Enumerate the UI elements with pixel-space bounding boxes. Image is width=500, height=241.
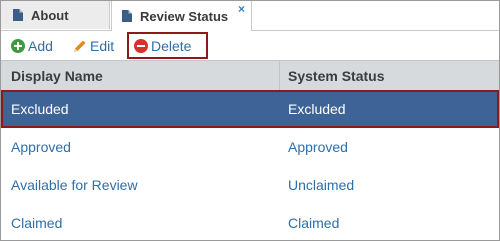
table-row[interactable]: Approved Approved [1,128,499,166]
system-status-cell: Approved [288,139,348,155]
close-tab-icon[interactable]: × [238,3,245,15]
add-button[interactable]: Add [11,35,53,57]
tab-review-status-label: Review Status [140,8,229,24]
tab-review-status[interactable]: Review Status × [111,1,252,31]
table-row[interactable]: Claimed Claimed [1,204,499,240]
pencil-icon [74,40,86,52]
display-name-cell: Claimed [11,215,63,231]
system-status-cell: Claimed [288,215,340,231]
column-header-display-name[interactable]: Display Name [11,68,103,84]
document-icon [122,10,132,22]
edit-button[interactable]: Edit [72,35,114,57]
delete-button[interactable]: Delete [127,32,208,59]
display-name-cell: Approved [11,139,71,155]
tab-about-label: About [31,7,69,23]
toolbar: Add Edit Delete [1,31,499,60]
display-name-cell: Excluded [11,101,69,117]
column-header-system-status[interactable]: System Status [288,68,384,84]
delete-button-label: Delete [151,37,192,54]
table-row[interactable]: Excluded Excluded [1,90,499,128]
system-status-cell: Unclaimed [288,177,355,193]
tab-bar: About Review Status × [1,1,499,31]
column-divider[interactable] [279,61,280,91]
plus-circle-icon [11,39,25,53]
display-name-cell: Available for Review [11,177,138,193]
tab-about[interactable]: About [1,1,110,29]
add-button-label: Add [28,38,53,54]
review-status-panel: About Review Status × Add Edit Delete Di… [0,0,500,241]
system-status-cell: Excluded [288,101,346,117]
edit-button-label: Edit [90,38,115,54]
grid-header: Display Name System Status [1,60,499,92]
table-row[interactable]: Available for Review Unclaimed [1,166,499,204]
document-icon [13,9,23,21]
minus-circle-icon [134,38,148,53]
